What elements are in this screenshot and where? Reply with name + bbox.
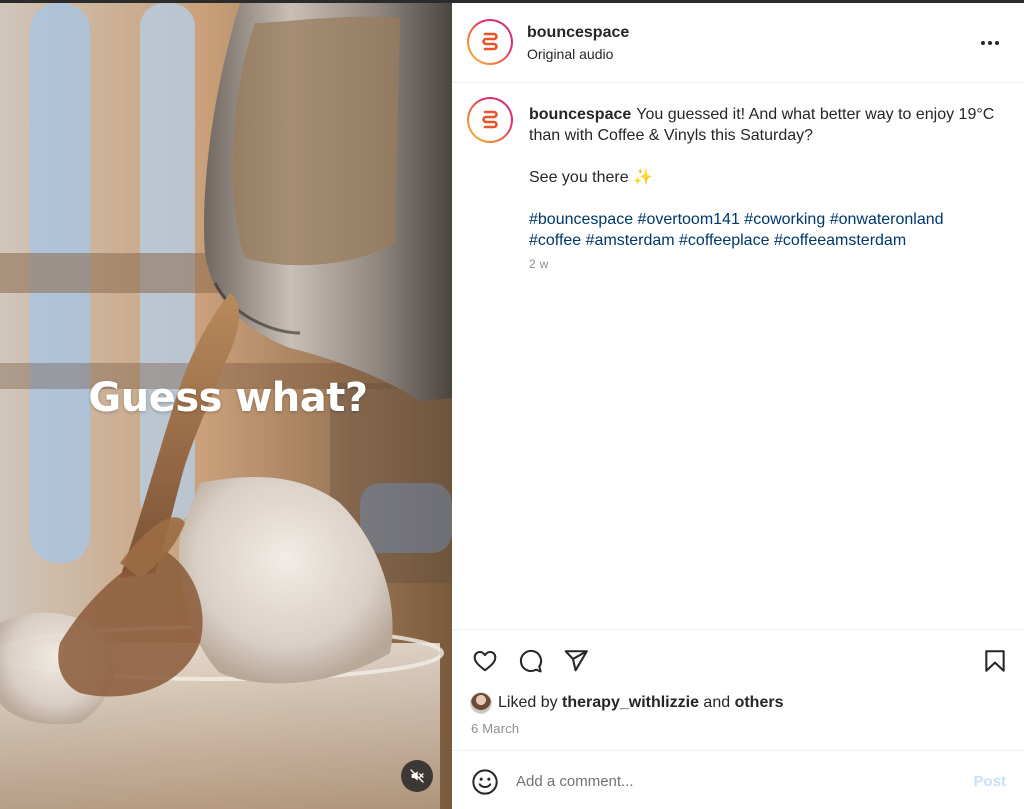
profile-avatar[interactable] xyxy=(467,19,513,65)
bouncespace-logo-icon xyxy=(482,32,498,51)
hashtag-link[interactable]: #coffeeplace xyxy=(679,232,769,249)
header-username[interactable]: bouncespace xyxy=(527,23,629,42)
original-audio-link[interactable]: Original audio xyxy=(527,45,629,63)
comment-composer: Post xyxy=(452,750,1024,809)
post-header: bouncespace Original audio xyxy=(452,3,1024,83)
hashtag-link[interactable]: #coffee xyxy=(529,232,581,249)
emoji-button[interactable] xyxy=(471,768,499,796)
hashtag-list: #bouncespace #overtoom141 #coworking #on… xyxy=(529,209,999,251)
share-button[interactable] xyxy=(562,647,590,675)
caption-text: bouncespace You guessed it! And what bett… xyxy=(529,104,999,251)
likes-joiner: and xyxy=(703,694,731,711)
likes-others-link[interactable]: others xyxy=(735,694,784,712)
caption-username[interactable]: bouncespace xyxy=(529,106,631,123)
comment-button[interactable] xyxy=(516,647,544,675)
mute-toggle-button[interactable] xyxy=(401,760,433,792)
likes-summary: Liked by therapy_withlizzie and others xyxy=(470,692,783,714)
caption-age[interactable]: 2 w xyxy=(529,257,549,271)
post-details-panel: bouncespace Original audio bouncespace Yo… xyxy=(452,3,1024,809)
post-comment-button[interactable]: Post xyxy=(973,773,1006,790)
post-date[interactable]: 6 March xyxy=(471,721,519,736)
action-bar: Liked by therapy_withlizzie and others 6… xyxy=(452,629,1024,750)
caption-line-2: See you there ✨ xyxy=(529,169,653,186)
hashtag-link[interactable]: #coffeeamsterdam xyxy=(774,232,906,249)
caption-avatar[interactable] xyxy=(467,97,513,143)
like-button[interactable] xyxy=(471,647,499,675)
save-button[interactable] xyxy=(981,647,1009,675)
post-caption: bouncespace You guessed it! And what bett… xyxy=(452,84,1024,632)
comment-input[interactable] xyxy=(516,769,936,793)
heart-icon xyxy=(473,650,497,672)
emoji-icon xyxy=(472,769,498,795)
share-icon xyxy=(564,650,588,672)
more-options-icon xyxy=(981,41,985,45)
liker-avatar[interactable] xyxy=(470,692,492,714)
post-modal: Guess what? bouncespace Original audio b… xyxy=(0,0,1024,809)
post-video[interactable]: Guess what? xyxy=(0,3,452,809)
comment-icon xyxy=(519,649,543,673)
hashtag-link[interactable]: #bouncespace xyxy=(529,211,633,228)
hashtag-link[interactable]: #onwateronland xyxy=(830,211,944,228)
hashtag-link[interactable]: #overtoom141 xyxy=(638,211,740,228)
likes-prefix: Liked by xyxy=(498,694,558,711)
hashtag-link[interactable]: #amsterdam xyxy=(586,232,675,249)
bookmark-icon xyxy=(985,650,1005,672)
more-options-button[interactable] xyxy=(978,36,1002,50)
bouncespace-logo-icon xyxy=(482,110,498,129)
hashtag-link[interactable]: #coworking xyxy=(744,211,825,228)
muted-speaker-icon xyxy=(410,769,424,783)
liker-username[interactable]: therapy_withlizzie xyxy=(562,694,699,712)
video-overlay-caption: Guess what? xyxy=(88,375,368,421)
